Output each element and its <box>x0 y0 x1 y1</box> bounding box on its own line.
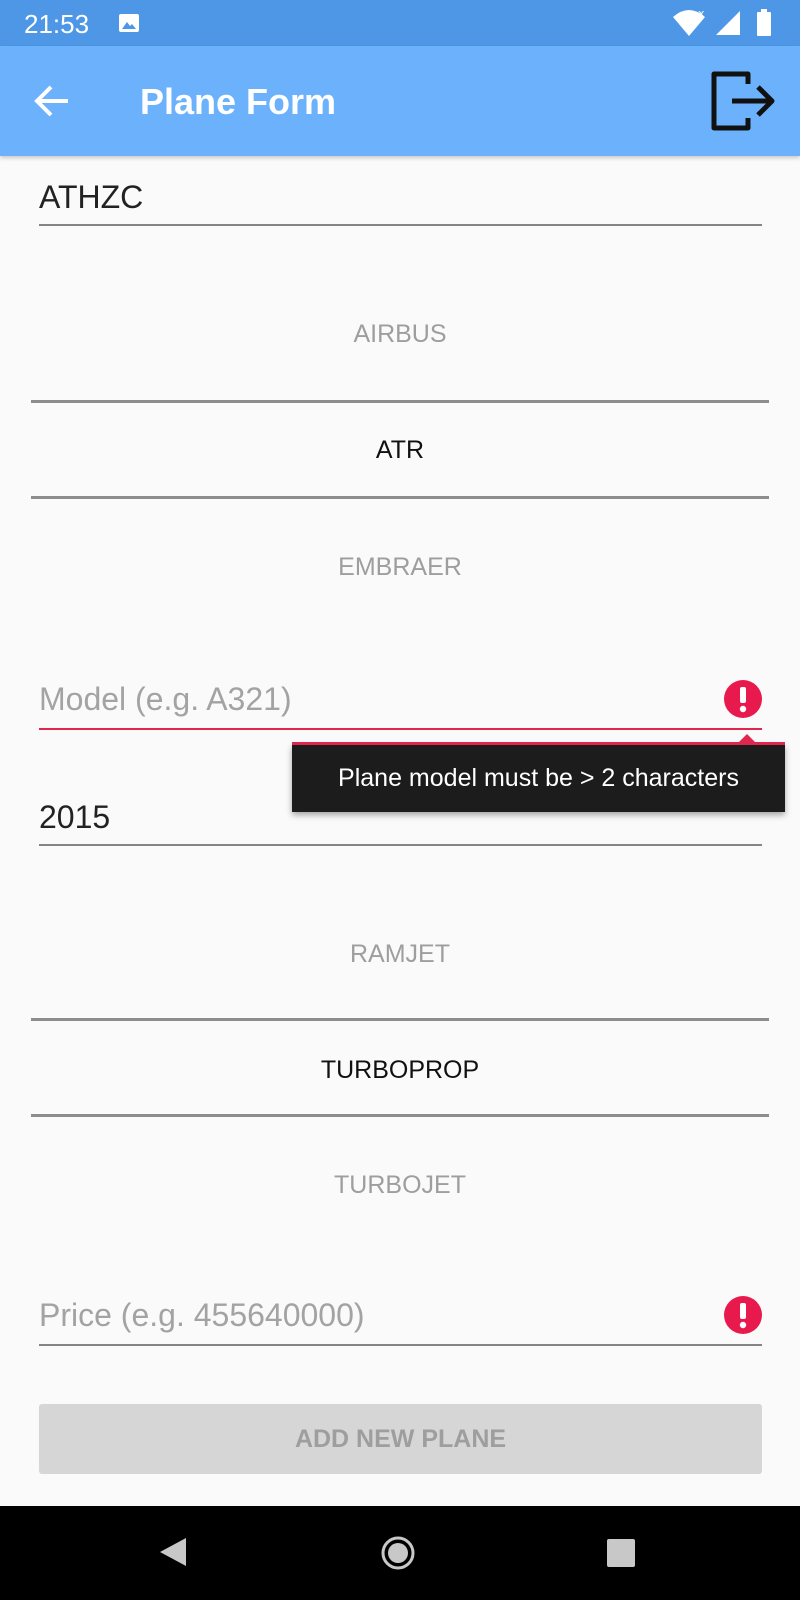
price-field[interactable]: Price (e.g. 455640000) <box>39 1286 762 1346</box>
engine-option-ramjet[interactable]: RAMJET <box>31 940 769 969</box>
status-bar: 21:53 x <box>0 0 800 46</box>
svg-text:x: x <box>698 9 705 20</box>
app-bar: Plane Form <box>0 46 800 156</box>
model-placeholder: Model (e.g. A321) <box>39 681 292 717</box>
error-icon[interactable] <box>724 680 762 718</box>
manufacturer-option-airbus[interactable]: AIRBUS <box>31 320 769 349</box>
picker-divider <box>31 496 769 499</box>
nav-recents-icon[interactable] <box>606 1538 636 1568</box>
signal-icon <box>716 11 740 35</box>
page-title: Plane Form <box>140 81 337 122</box>
manufacturer-option-atr[interactable]: ATR <box>31 436 769 465</box>
battery-icon <box>757 9 771 36</box>
wifi-icon: x <box>673 9 705 36</box>
registration-field[interactable]: ATHZC <box>39 166 762 226</box>
price-placeholder: Price (e.g. 455640000) <box>39 1297 365 1333</box>
nav-back-icon[interactable] <box>158 1536 188 1568</box>
status-time: 21:53 <box>24 9 90 39</box>
engine-option-turboprop[interactable]: TURBOPROP <box>31 1056 769 1085</box>
system-nav-bar <box>0 1506 800 1600</box>
image-notification-icon <box>119 14 139 32</box>
model-error-tooltip: Plane model must be > 2 characters <box>292 744 785 812</box>
error-icon[interactable] <box>724 1296 762 1334</box>
picker-divider <box>31 1114 769 1117</box>
logout-icon[interactable] <box>710 66 780 136</box>
picker-divider <box>31 1018 769 1021</box>
registration-value: ATHZC <box>39 179 144 215</box>
engine-option-turbojet[interactable]: TURBOJET <box>31 1171 769 1200</box>
add-new-plane-button[interactable]: ADD NEW PLANE <box>39 1404 762 1474</box>
back-arrow-icon[interactable] <box>30 79 74 123</box>
tooltip-accent <box>292 742 785 745</box>
model-field[interactable]: Model (e.g. A321) <box>39 670 762 730</box>
nav-home-icon[interactable] <box>380 1535 416 1571</box>
year-value: 2015 <box>39 799 111 835</box>
picker-divider <box>31 400 769 403</box>
manufacturer-option-embraer[interactable]: EMBRAER <box>31 553 769 582</box>
